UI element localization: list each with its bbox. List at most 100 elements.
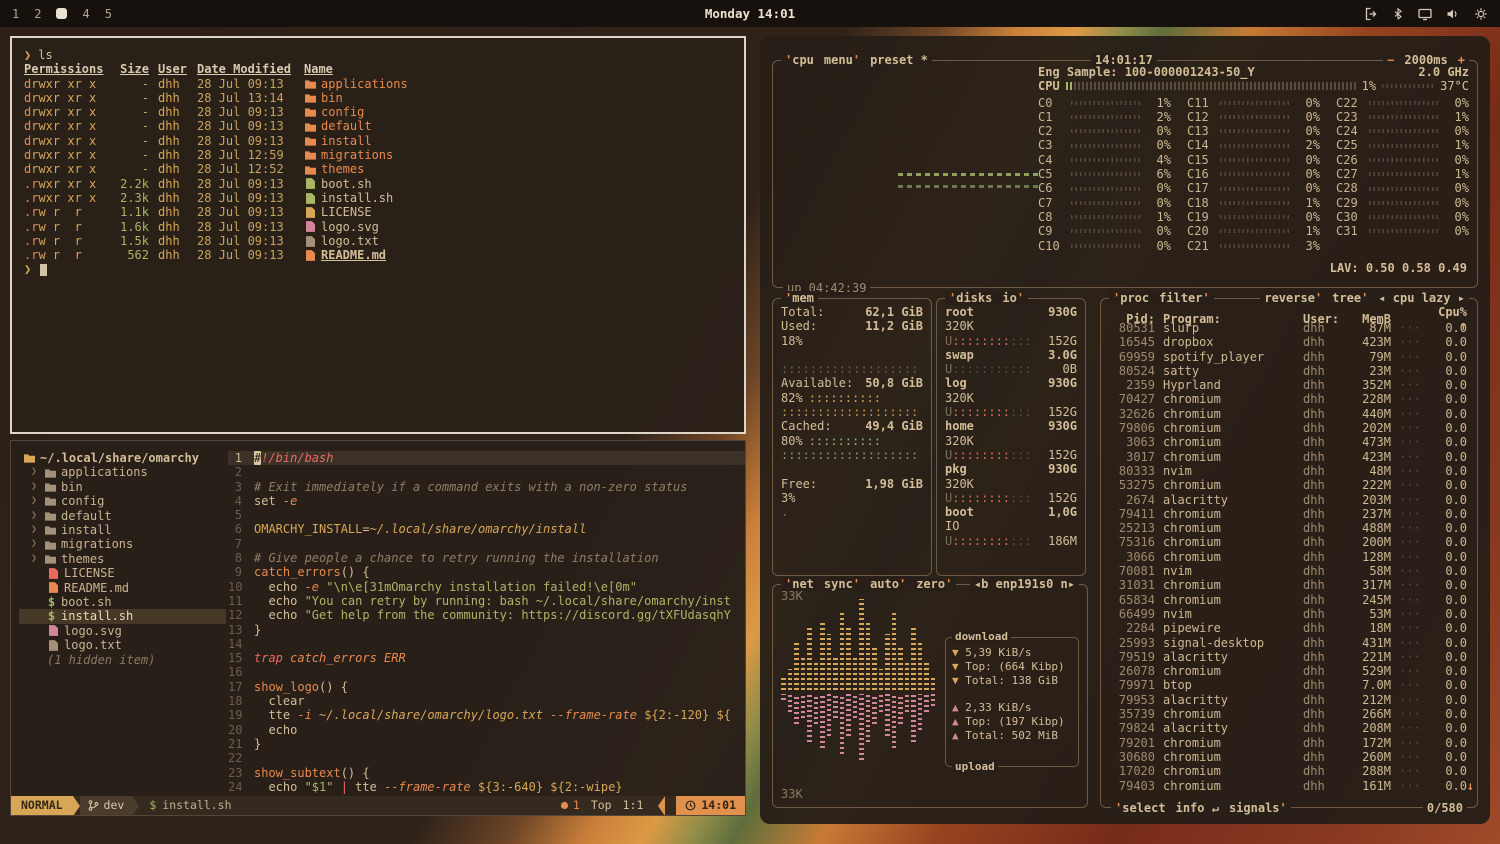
code-line[interactable]: 19 tte -i ~/.local/share/omarchy/logo.tx… (228, 708, 745, 722)
process-row[interactable]: 26078chromiumdhh529M·····0.0 (1109, 664, 1467, 678)
process-row[interactable]: 3066chromiumdhh128M·····0.0 (1109, 550, 1467, 564)
process-row[interactable]: 17020chromiumdhh288M·····0.0 (1109, 764, 1467, 778)
code-line[interactable]: 11 echo "You can retry by running: bash … (228, 594, 745, 608)
display-icon[interactable] (1418, 7, 1432, 21)
workspace-2[interactable]: 2 (34, 7, 41, 21)
code-line[interactable]: 24 echo "$1" | tte --frame-rate ${3:-640… (228, 780, 745, 794)
process-row[interactable]: 79806chromiumdhh202M·····0.0 (1109, 421, 1467, 435)
disks-tab[interactable]: io' (1002, 291, 1024, 305)
net-tab[interactable]: zero' (916, 577, 952, 591)
process-row[interactable]: 2284pipewiredhh18M·····0.0 (1109, 621, 1467, 635)
code-line[interactable]: 2 (228, 465, 745, 479)
net-tab[interactable]: auto' (870, 577, 906, 591)
proc-footer-tab[interactable]: info ↵ (1176, 801, 1219, 815)
process-row[interactable]: 2674alacrittydhh203M·····0.0 (1109, 493, 1467, 507)
process-row[interactable]: 65834chromiumdhh245M·····0.0 (1109, 593, 1467, 607)
net-tab[interactable]: sync' (824, 577, 860, 591)
code-line[interactable]: 1#!/bin/bash (228, 451, 745, 465)
process-row[interactable]: 80531slurpdhh87M·····0.0 (1109, 321, 1467, 335)
process-row[interactable]: 25213chromiumdhh488M·····0.0 (1109, 521, 1467, 535)
process-row[interactable]: 70427chromiumdhh228M·····0.0 (1109, 392, 1467, 406)
process-row[interactable]: 16545dropboxdhh423M·····0.0 (1109, 335, 1467, 349)
code-line[interactable]: 6OMARCHY_INSTALL=~/.local/share/omarchy/… (228, 522, 745, 536)
code-line[interactable]: 23show_subtext() { (228, 766, 745, 780)
tree-item-LICENSE[interactable]: LICENSE (19, 566, 226, 580)
process-row[interactable]: 66499nvimdhh53M·····0.0 (1109, 607, 1467, 621)
file-tree[interactable]: ~/.local/share/omarchy❯applications❯bin❯… (11, 441, 228, 798)
terminal-window[interactable]: ❯ls PermissionsSizeUserDate ModifiedName… (10, 36, 746, 434)
tree-item-install[interactable]: ❯install (19, 523, 226, 537)
proc-tab[interactable]: reverse' (1264, 291, 1322, 305)
process-row[interactable]: 79971btopdhh7.0M·····0.0 (1109, 678, 1467, 692)
tree-item-bin[interactable]: ❯bin (19, 480, 226, 494)
process-row[interactable]: 80524sattydhh23M·····0.0 (1109, 364, 1467, 378)
tree-item-themes[interactable]: ❯themes (19, 552, 226, 566)
workspace-switcher[interactable]: 1 2 4 5 (12, 7, 112, 21)
code-line[interactable]: 17show_logo() { (228, 680, 745, 694)
code-line[interactable]: 8# Give people a chance to retry running… (228, 551, 745, 565)
code-line[interactable]: 5 (228, 508, 745, 522)
tree-item-default[interactable]: ❯default (19, 509, 226, 523)
proc-tab[interactable]: tree' (1332, 291, 1368, 305)
sort-mode-selector[interactable]: ◂ cpu lazy ▸ (1378, 291, 1465, 305)
process-row[interactable]: 25993signal-desktopdhh431M·····0.0 (1109, 636, 1467, 650)
tree-root[interactable]: ~/.local/share/omarchy (19, 451, 226, 465)
proc-tab[interactable]: filter' (1159, 291, 1210, 305)
process-row[interactable]: 79953alacrittydhh212M·····0.0 (1109, 693, 1467, 707)
scroll-down-indicator[interactable]: ↓ (1467, 779, 1474, 793)
process-row[interactable]: 31031chromiumdhh317M·····0.0 (1109, 578, 1467, 592)
neovim-window[interactable]: ~/.local/share/omarchy❯applications❯bin❯… (10, 440, 746, 816)
process-row[interactable]: 30680chromiumdhh260M·····0.0 (1109, 750, 1467, 764)
code-line[interactable]: 3# Exit immediately if a command exits w… (228, 480, 745, 494)
tree-item-boot.sh[interactable]: $boot.sh (19, 595, 226, 609)
tree-item-applications[interactable]: ❯applications (19, 465, 226, 479)
process-row[interactable]: 3017chromiumdhh423M·····0.0 (1109, 450, 1467, 464)
code-line[interactable]: 15trap catch_errors ERR (228, 651, 745, 665)
process-row[interactable]: 79824alacrittydhh208M·····0.0 (1109, 721, 1467, 735)
code-line[interactable]: 14 (228, 637, 745, 651)
terminal-prompt-line[interactable]: ❯ (24, 262, 732, 276)
process-row[interactable]: 79403chromiumdhh161M·····0.0 (1109, 779, 1467, 793)
process-row[interactable]: 2359Hyprlanddhh352M·····0.0 (1109, 378, 1467, 392)
workspace-4[interactable]: 4 (82, 7, 89, 21)
code-line[interactable]: 21} (228, 737, 745, 751)
code-line[interactable]: 16 (228, 665, 745, 679)
logout-icon[interactable] (1364, 7, 1378, 21)
process-row[interactable]: 79411chromiumdhh237M·····0.0 (1109, 507, 1467, 521)
settings-gear-icon[interactable] (1474, 7, 1488, 21)
code-line[interactable]: 7 (228, 537, 745, 551)
process-row[interactable]: 3063chromiumdhh473M·····0.0 (1109, 435, 1467, 449)
process-row[interactable]: 53275chromiumdhh222M·····0.0 (1109, 478, 1467, 492)
cpu-tab[interactable]: preset * (870, 53, 928, 67)
tree-item-config[interactable]: ❯config (19, 494, 226, 508)
proc-footer-tab[interactable]: signals' (1229, 801, 1287, 815)
tree-item-logo.svg[interactable]: logo.svg (19, 624, 226, 638)
process-row[interactable]: 69959spotify_playerdhh79M·····0.0 (1109, 350, 1467, 364)
disks-tab[interactable]: 'disks (949, 291, 992, 305)
code-line[interactable]: 20 echo (228, 723, 745, 737)
process-row[interactable]: 80333nvimdhh48M·····0.0 (1109, 464, 1467, 478)
proc-footer-tab[interactable]: 'select (1115, 801, 1166, 815)
proc-tab[interactable]: 'proc (1113, 291, 1149, 305)
tree-item-migrations[interactable]: ❯migrations (19, 537, 226, 551)
code-line[interactable]: 9catch_errors() { (228, 565, 745, 579)
process-row[interactable]: 35739chromiumdhh266M·····0.0 (1109, 707, 1467, 721)
network-interface-selector[interactable]: ◂b enp191s0 n▸ (970, 577, 1079, 591)
code-line[interactable]: 13} (228, 623, 745, 637)
process-row[interactable]: 32626chromiumdhh440M·····0.0 (1109, 407, 1467, 421)
tree-item-install.sh[interactable]: $install.sh (19, 609, 226, 623)
bluetooth-icon[interactable] (1392, 7, 1404, 21)
process-row[interactable]: 75316chromiumdhh200M·····0.0 (1109, 535, 1467, 549)
volume-icon[interactable] (1446, 7, 1460, 21)
code-line[interactable]: 12 echo "Get help from the community: ht… (228, 608, 745, 622)
code-line[interactable]: 22 (228, 751, 745, 765)
process-row[interactable]: 79519alacrittydhh221M·····0.0 (1109, 650, 1467, 664)
code-line[interactable]: 10 echo -e "\n\e[31mOmarchy installation… (228, 580, 745, 594)
tree-item-logo.txt[interactable]: logo.txt (19, 638, 226, 652)
btop-window[interactable]: 'cpumenu'preset * 14:01:17 − 2000ms + En… (760, 36, 1490, 824)
code-line[interactable]: 4set -e (228, 494, 745, 508)
process-row[interactable]: 79201chromiumdhh172M·····0.0 (1109, 736, 1467, 750)
workspace-active-indicator[interactable] (56, 8, 67, 19)
workspace-5[interactable]: 5 (105, 7, 112, 21)
workspace-1[interactable]: 1 (12, 7, 19, 21)
